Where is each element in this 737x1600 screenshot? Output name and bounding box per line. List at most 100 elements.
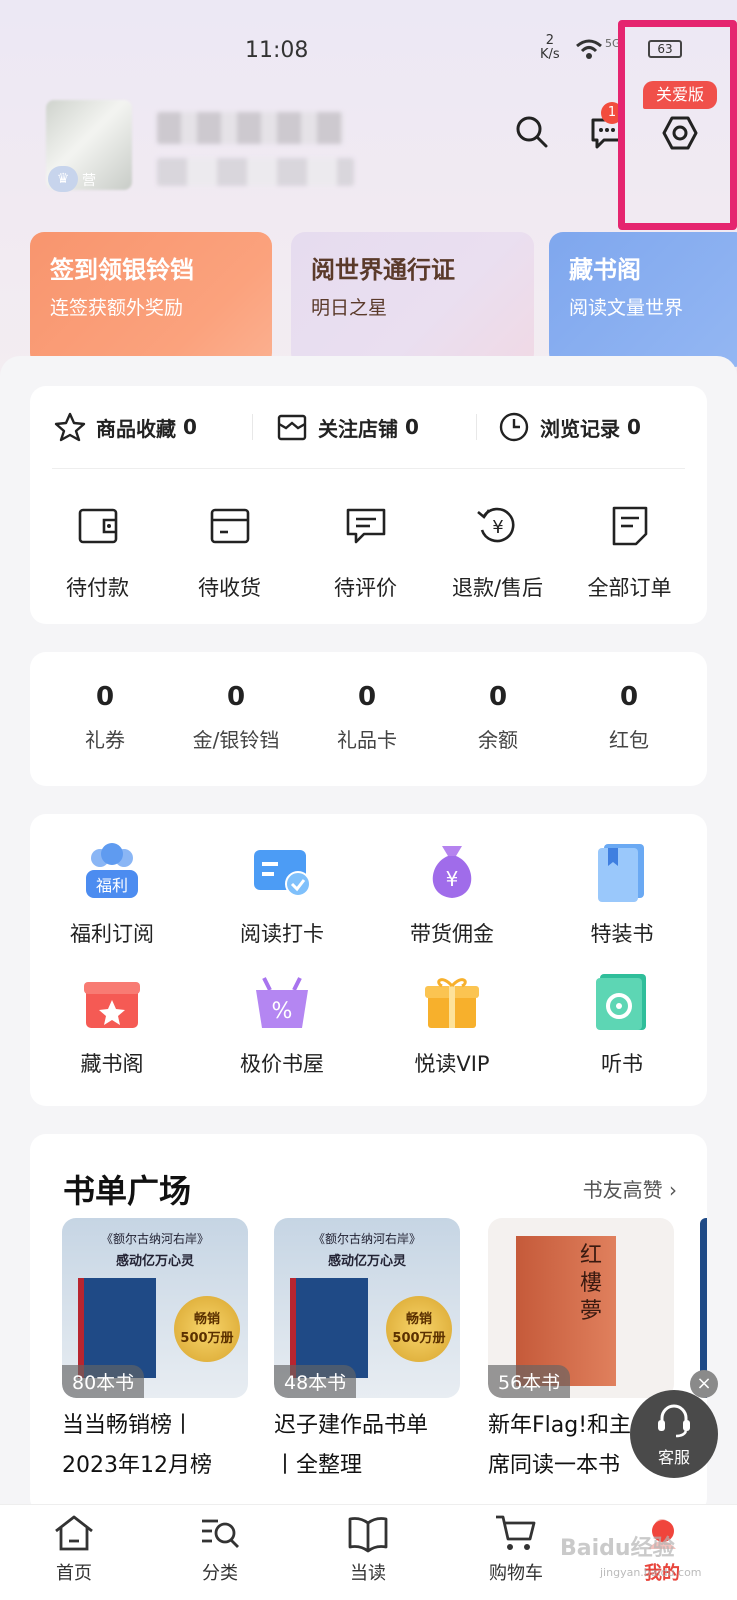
seal-text: 500万册 [392, 1331, 446, 1346]
booklist-title: 迟子建作品书单 [274, 1413, 429, 1438]
asset-value: 0 [488, 682, 508, 712]
booklist-more-link[interactable]: 书友高赞 › [583, 1174, 677, 1203]
section-title: 书单广场 [63, 1172, 192, 1210]
service-special-book[interactable]: 特装书 [542, 840, 702, 948]
booklist-title: 2023年12月榜 [62, 1453, 212, 1478]
asset-balance[interactable]: 0 余额 [433, 682, 563, 753]
tab-category[interactable]: 分类 [170, 1513, 270, 1585]
net-speed-value: 2 [545, 33, 554, 48]
category-search-icon [202, 1519, 239, 1548]
divider [252, 414, 253, 440]
booklist-title: 丨全整理 [274, 1453, 363, 1478]
order-refund[interactable]: ¥ 退款/售后 [430, 504, 565, 602]
comment-icon [346, 508, 385, 544]
asset-label: 余额 [478, 728, 518, 752]
tab-home[interactable]: 首页 [24, 1513, 124, 1585]
asset-bells[interactable]: 0 金/银铃铛 [171, 682, 301, 753]
bestseller-seal: 畅销 500万册 [386, 1296, 452, 1362]
tab-label: 购物车 [489, 1563, 543, 1584]
booklist-item[interactable]: 《额尔古纳河右岸》 感动亿万心灵 畅销 500万册 48本书 迟子建作品书单 丨全… [274, 1218, 460, 1486]
favorite-count: 0 [626, 415, 641, 439]
asset-value: 0 [619, 682, 639, 712]
promo-checkin[interactable]: 签到领银铃铛 连签获额外奖励 [30, 232, 272, 367]
asset-gift-card[interactable]: 0 礼品卡 [302, 682, 432, 753]
book-spine [84, 1278, 156, 1378]
service-welfare[interactable]: 福利 福利订阅 [32, 840, 192, 948]
home-icon [55, 1515, 93, 1551]
service-library[interactable]: 藏书阁 [32, 970, 192, 1078]
service-vip[interactable]: 悦读VIP [372, 970, 532, 1078]
special-book-icon [598, 844, 644, 902]
asset-coupon[interactable]: 0 礼券 [40, 682, 170, 753]
settings-icon[interactable] [661, 114, 699, 152]
favorite-count: 0 [404, 415, 419, 439]
asset-red-packet[interactable]: 0 红包 [564, 682, 694, 753]
wallet-icon [78, 508, 117, 544]
tab-reading[interactable]: 当读 [318, 1513, 418, 1585]
assets-card: 0 礼券 0 金/银铃铛 0 礼品卡 0 余额 0 红包 [30, 652, 707, 786]
search-icon[interactable] [514, 114, 550, 150]
book-count: 48本书 [274, 1365, 357, 1398]
orders-card: 商品收藏 0 关注店铺 0 浏览记录 0 待付款 待收货 待评价 ¥ 退款/售后… [30, 386, 707, 624]
promo-title: 签到领银铃铛 [50, 256, 194, 284]
order-label: 退款/售后 [451, 576, 544, 600]
network-speed: 2 K/s [540, 34, 560, 62]
promo-title: 阅世界通行证 [311, 256, 455, 284]
watermark: Baidu经验 [560, 1536, 675, 1561]
tab-label: 首页 [56, 1563, 92, 1584]
service-label: 藏书阁 [80, 1052, 144, 1076]
gift-box-icon [84, 982, 140, 1028]
customer-service-label: 客服 [657, 1448, 690, 1467]
open-book-icon [348, 1517, 388, 1553]
cover-line: 《额尔古纳河右岸》 [100, 1232, 209, 1246]
booklist-title: 当当畅销榜丨 [62, 1413, 195, 1438]
order-pending-payment[interactable]: 待付款 [30, 504, 165, 602]
promo-pass[interactable]: 阅世界通行证 明日之星 [291, 232, 534, 367]
favorites-history[interactable]: 浏览记录 0 [498, 410, 641, 444]
money-bag-icon: ¥ [432, 846, 472, 898]
tab-cart[interactable]: 购物车 [466, 1513, 566, 1585]
order-label: 待评价 [334, 576, 397, 600]
service-label: 悦读VIP [414, 1052, 490, 1076]
promo-library[interactable]: 藏书阁 阅读文量世界 [549, 232, 737, 367]
book-cover: 红樓夢 56本书 [488, 1218, 674, 1398]
divider [476, 414, 477, 440]
customer-service-button[interactable]: 客服 [630, 1390, 718, 1478]
headset-icon [658, 1404, 690, 1438]
favorite-count: 0 [182, 415, 197, 439]
welfare-icon-text: 福利 [96, 876, 128, 895]
favorite-label: 关注店铺 [318, 416, 398, 441]
order-label: 全部订单 [587, 576, 672, 600]
service-audiobook[interactable]: 听书 [542, 970, 702, 1078]
cart-icon [496, 1515, 536, 1550]
care-mode-badge[interactable]: 关爱版 [643, 81, 717, 109]
order-all[interactable]: 全部订单 [562, 504, 697, 602]
tab-label: 当读 [350, 1563, 386, 1584]
service-label: 带货佣金 [410, 922, 494, 946]
book-count: 80本书 [62, 1365, 145, 1398]
favorites-stores[interactable]: 关注店铺 0 [276, 410, 419, 444]
discount-icon-text: % [272, 999, 293, 1024]
services-card: 福利 福利订阅 阅读打卡 ¥ 带货佣金 特装书 藏书阁 % 极价书屋 悦读VIP… [30, 814, 707, 1106]
seal-text: 畅销 [193, 1312, 220, 1327]
close-icon[interactable]: × [690, 1370, 718, 1398]
promo-subtitle: 阅读文量世界 [569, 297, 684, 319]
service-label: 听书 [601, 1052, 643, 1076]
net-speed-unit: K/s [540, 47, 560, 62]
service-discount-store[interactable]: % 极价书屋 [202, 970, 362, 1078]
order-pending-receipt[interactable]: 待收货 [162, 504, 297, 602]
service-reading-checkin[interactable]: 阅读打卡 [202, 840, 362, 948]
cover-text: 红樓夢 [580, 1243, 603, 1324]
chevron-right-icon: › [669, 1178, 677, 1202]
service-commission[interactable]: ¥ 带货佣金 [372, 840, 532, 948]
more-label: 书友高赞 [582, 1178, 663, 1202]
booklist-item[interactable]: 《额尔古纳河右岸》 感动亿万心灵 畅销 500万册 80本书 当当畅销榜丨 202… [62, 1218, 248, 1486]
favorites-goods[interactable]: 商品收藏 0 [54, 410, 197, 444]
book-spine [296, 1278, 368, 1378]
username-blurred [157, 112, 343, 144]
order-pending-review[interactable]: 待评价 [298, 504, 433, 602]
svg-text:¥: ¥ [492, 517, 503, 538]
order-label: 待付款 [66, 576, 129, 600]
vip-tag: 营 [82, 173, 96, 189]
crown-icon: ♛ [48, 166, 78, 192]
